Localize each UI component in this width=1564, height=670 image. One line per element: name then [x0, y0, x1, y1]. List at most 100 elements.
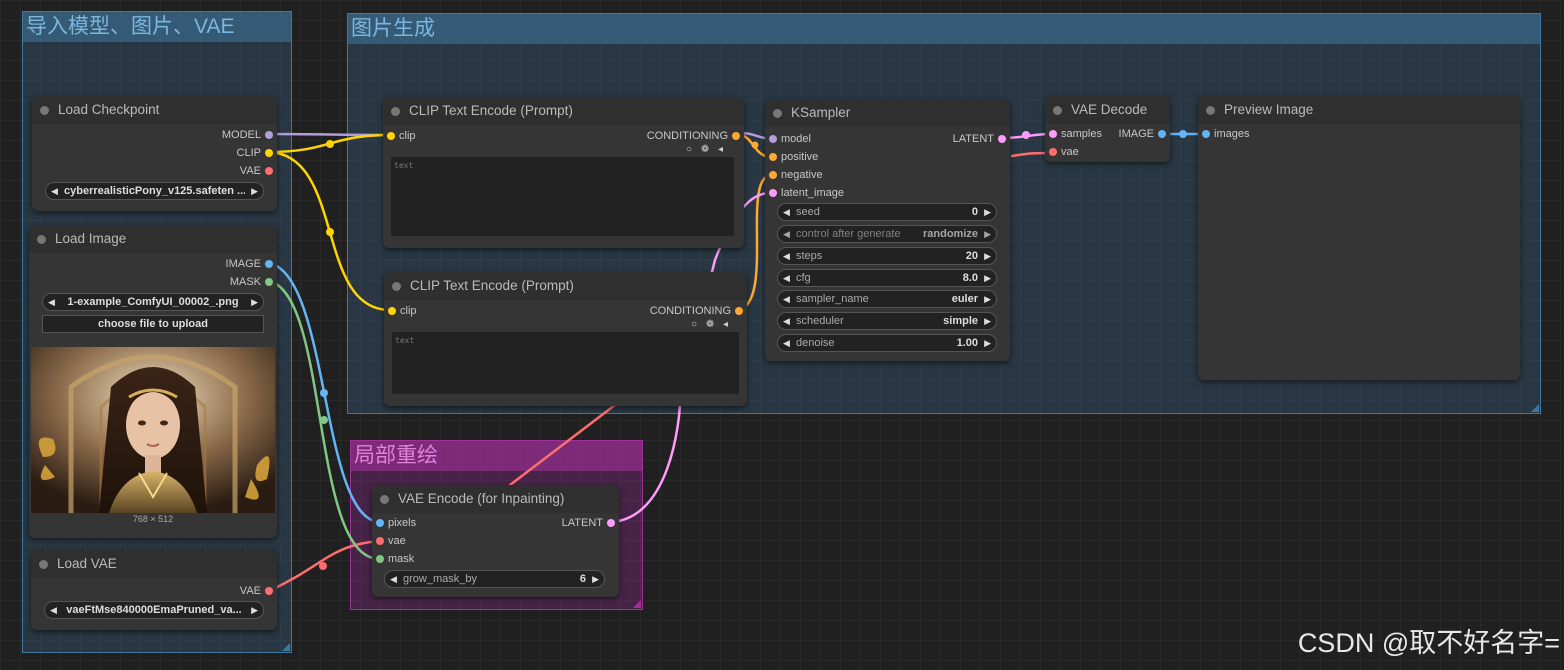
input-vae[interactable]: vae [1045, 144, 1079, 160]
node-clip-text-encode-positive[interactable]: CLIP Text Encode (Prompt) clip CONDITION… [383, 97, 744, 248]
arrow-left-icon[interactable]: ◀ [48, 294, 55, 310]
vae-name-combo[interactable]: ◀ vaeFtMse840000EmaPruned_va... ▶ [44, 601, 264, 619]
arrow-left-icon[interactable]: ◀ [390, 571, 397, 587]
node-load-image[interactable]: Load Image IMAGE MASK ◀ 1-example_ComfyU… [29, 225, 277, 538]
collapse-dot-icon[interactable] [380, 495, 389, 504]
output-vae[interactable]: VAE [240, 583, 277, 599]
slot-dot-image[interactable] [265, 260, 273, 268]
output-conditioning[interactable]: CONDITIONING [647, 128, 744, 144]
slot-dot-images[interactable] [1202, 130, 1210, 138]
output-mask[interactable]: MASK [230, 274, 277, 290]
arrow-right-icon[interactable]: ▶ [984, 204, 991, 220]
grow-mask-by-widget[interactable]: ◀ grow_mask_by 6 ▶ [384, 570, 605, 588]
slot-dot-vae[interactable] [265, 587, 273, 595]
arrow-right-icon[interactable]: ▶ [984, 291, 991, 307]
output-image[interactable]: IMAGE [1119, 126, 1170, 142]
graph-canvas[interactable]: 导入模型、图片、VAE 图片生成 局部重绘 Load Checkpoint MO… [0, 0, 1564, 670]
steps-widget[interactable]: ◀ steps 20 ▶ [777, 247, 997, 265]
slot-dot-clip[interactable] [265, 149, 273, 157]
denoise-widget[interactable]: ◀ denoise 1.00 ▶ [777, 334, 997, 352]
arrow-right-icon[interactable]: ▶ [984, 335, 991, 351]
input-model[interactable]: model [765, 131, 811, 147]
slot-dot-clip[interactable] [387, 132, 395, 140]
slot-dot-negative[interactable] [769, 171, 777, 179]
node-ksampler[interactable]: KSampler model positive negative latent_… [765, 99, 1010, 361]
node-vae-encode-inpainting[interactable]: VAE Encode (for Inpainting) pixels vae m… [372, 485, 619, 597]
node-load-checkpoint[interactable]: Load Checkpoint MODEL CLIP VAE ◀ cyberre… [32, 96, 277, 211]
arrow-right-icon[interactable]: ▶ [984, 226, 991, 242]
arrow-right-icon[interactable]: ▶ [251, 183, 258, 199]
prompt-textarea[interactable]: text [391, 157, 734, 236]
arrow-left-icon[interactable]: ◀ [50, 602, 57, 618]
input-samples[interactable]: samples [1045, 126, 1102, 142]
arrow-right-icon[interactable]: ▶ [984, 248, 991, 264]
arrow-left-icon[interactable]: ◀ [783, 248, 790, 264]
arrow-left-icon[interactable]: ◀ [783, 291, 790, 307]
node-title-bar[interactable]: VAE Decode [1045, 96, 1170, 124]
node-title-bar[interactable]: Preview Image [1198, 96, 1520, 124]
slot-dot-mask[interactable] [265, 278, 273, 286]
slot-dot-conditioning[interactable] [732, 132, 740, 140]
arrow-right-icon[interactable]: ▶ [251, 602, 258, 618]
upload-button[interactable]: choose file to upload [42, 315, 264, 333]
slot-dot-conditioning[interactable] [735, 307, 743, 315]
slot-dot-latent[interactable] [607, 519, 615, 527]
input-pixels[interactable]: pixels [372, 515, 416, 531]
output-clip[interactable]: CLIP [237, 145, 277, 161]
input-positive[interactable]: positive [765, 149, 818, 165]
node-title-bar[interactable]: CLIP Text Encode (Prompt) [383, 97, 744, 125]
node-load-vae[interactable]: Load VAE VAE ◀ vaeFtMse840000EmaPruned_v… [31, 550, 277, 630]
slot-dot-vae[interactable] [265, 167, 273, 175]
slot-dot-samples[interactable] [1049, 130, 1057, 138]
collapse-dot-icon[interactable] [1053, 106, 1062, 115]
slot-dot-mask[interactable] [376, 555, 384, 563]
arrow-left-icon[interactable]: ◀ [51, 183, 58, 199]
slot-dot-model[interactable] [769, 135, 777, 143]
slot-dot-model[interactable] [265, 131, 273, 139]
input-clip[interactable]: clip [384, 303, 417, 319]
input-vae[interactable]: vae [372, 533, 406, 549]
arrow-right-icon[interactable]: ▶ [592, 571, 599, 587]
cfg-widget[interactable]: ◀ cfg 8.0 ▶ [777, 269, 997, 287]
arrow-left-icon[interactable]: ◀ [783, 270, 790, 286]
input-images[interactable]: images [1198, 126, 1249, 142]
output-conditioning[interactable]: CONDITIONING [650, 303, 747, 319]
slot-dot-clip[interactable] [388, 307, 396, 315]
slot-dot-positive[interactable] [769, 153, 777, 161]
output-latent[interactable]: LATENT [953, 131, 1010, 147]
output-vae[interactable]: VAE [240, 163, 277, 179]
output-latent[interactable]: LATENT [562, 515, 619, 531]
arrow-right-icon[interactable]: ▶ [984, 270, 991, 286]
node-title-bar[interactable]: KSampler [765, 99, 1010, 127]
ckpt-name-combo[interactable]: ◀ cyberrealisticPony_v125.safeten ... ▶ [45, 182, 264, 200]
slot-dot-latent[interactable] [769, 189, 777, 197]
collapse-dot-icon[interactable] [40, 106, 49, 115]
sampler-name-widget[interactable]: ◀ sampler_name euler ▶ [777, 290, 997, 308]
arrow-right-icon[interactable]: ▶ [251, 294, 258, 310]
collapse-dot-icon[interactable] [391, 107, 400, 116]
arrow-left-icon[interactable]: ◀ [783, 335, 790, 351]
control-after-generate-widget[interactable]: ◀ control after generate randomize ▶ [777, 225, 997, 243]
collapse-dot-icon[interactable] [392, 282, 401, 291]
slot-dot-pixels[interactable] [376, 519, 384, 527]
node-title-bar[interactable]: Load VAE [31, 550, 277, 578]
arrow-left-icon[interactable]: ◀ [783, 204, 790, 220]
collapse-dot-icon[interactable] [39, 560, 48, 569]
slot-dot-latent[interactable] [998, 135, 1006, 143]
input-latent-image[interactable]: latent_image [765, 185, 844, 201]
node-title-bar[interactable]: VAE Encode (for Inpainting) [372, 485, 619, 513]
collapse-dot-icon[interactable] [773, 109, 782, 118]
slot-dot-vae[interactable] [376, 537, 384, 545]
input-negative[interactable]: negative [765, 167, 823, 183]
scheduler-widget[interactable]: ◀ scheduler simple ▶ [777, 312, 997, 330]
node-clip-text-encode-negative[interactable]: CLIP Text Encode (Prompt) clip CONDITION… [384, 272, 747, 406]
arrow-right-icon[interactable]: ▶ [984, 313, 991, 329]
collapse-dot-icon[interactable] [37, 235, 46, 244]
node-title-bar[interactable]: Load Image [29, 225, 277, 253]
seed-widget[interactable]: ◀ seed 0 ▶ [777, 203, 997, 221]
slot-dot-vae[interactable] [1049, 148, 1057, 156]
output-image[interactable]: IMAGE [226, 256, 277, 272]
output-model[interactable]: MODEL [222, 127, 277, 143]
node-title-bar[interactable]: CLIP Text Encode (Prompt) [384, 272, 747, 300]
input-mask[interactable]: mask [372, 551, 414, 567]
